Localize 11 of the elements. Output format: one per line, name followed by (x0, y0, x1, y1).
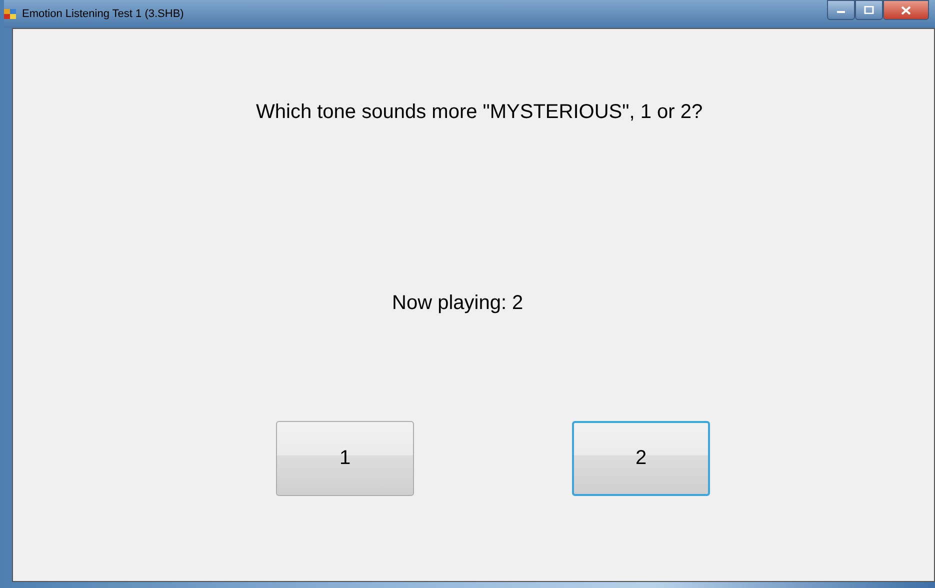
now-playing-label: Now playing: 2 (392, 292, 524, 315)
maximize-icon (864, 6, 874, 14)
close-icon (901, 6, 911, 14)
window-title: Emotion Listening Test 1 (3.SHB) (22, 8, 184, 20)
question-text: Which tone sounds more "MYSTERIOUS", 1 or 2? (256, 101, 704, 124)
close-button[interactable] (883, 0, 929, 20)
minimize-button[interactable] (827, 0, 855, 20)
app-icon (4, 8, 16, 20)
answer-button[interactable]: 2 (572, 421, 710, 496)
maximize-button[interactable] (855, 0, 883, 20)
answer-button[interactable]: 1 (276, 421, 414, 496)
